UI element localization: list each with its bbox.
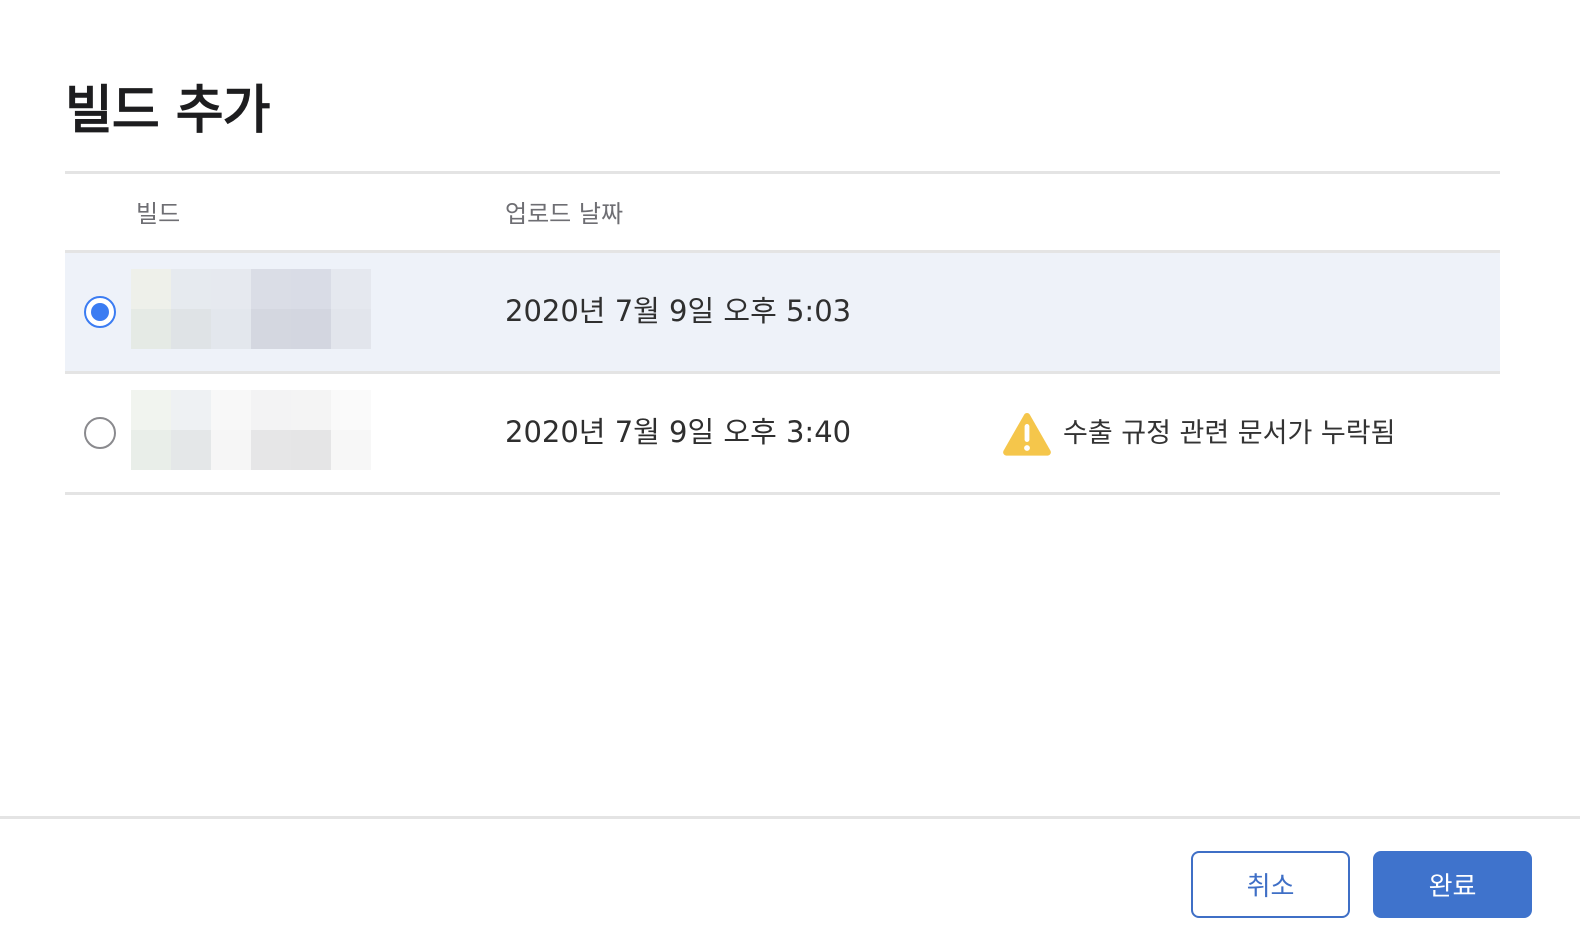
table-bottom-divider bbox=[65, 492, 1500, 495]
build-thumbnail-redacted bbox=[131, 269, 371, 349]
warning-triangle-icon bbox=[1003, 412, 1051, 456]
column-header-upload-date: 업로드 날짜 bbox=[505, 200, 624, 228]
upload-date: 2020년 7월 9일 오후 3:40 bbox=[505, 415, 852, 449]
export-compliance-warning: 수출 규정 관련 문서가 누락됨 bbox=[1002, 410, 1395, 458]
footer-divider bbox=[0, 816, 1580, 819]
build-thumbnail-redacted bbox=[131, 390, 371, 470]
add-build-dialog: 빌드 추가 빌드 업로드 날짜 2020년 7월 9일 오후 5:03 2020… bbox=[0, 0, 1580, 950]
build-radio-button[interactable] bbox=[84, 417, 116, 449]
upload-date: 2020년 7월 9일 오후 5:03 bbox=[505, 294, 852, 328]
table-header: 빌드 업로드 날짜 bbox=[65, 174, 1500, 250]
builds-table: 빌드 업로드 날짜 2020년 7월 9일 오후 5:03 2020년 7월 9… bbox=[65, 171, 1500, 495]
done-button[interactable]: 완료 bbox=[1373, 851, 1532, 918]
warning-text: 수출 규정 관련 문서가 누락됨 bbox=[1063, 418, 1396, 449]
dialog-title: 빌드 추가 bbox=[65, 81, 270, 141]
build-radio-button[interactable] bbox=[84, 296, 116, 328]
table-row[interactable]: 2020년 7월 9일 오후 3:40 수출 규정 관련 문서가 누락됨 bbox=[65, 374, 1500, 492]
table-row[interactable]: 2020년 7월 9일 오후 5:03 bbox=[65, 253, 1500, 371]
column-header-build: 빌드 bbox=[136, 200, 181, 228]
cancel-button[interactable]: 취소 bbox=[1191, 851, 1350, 918]
